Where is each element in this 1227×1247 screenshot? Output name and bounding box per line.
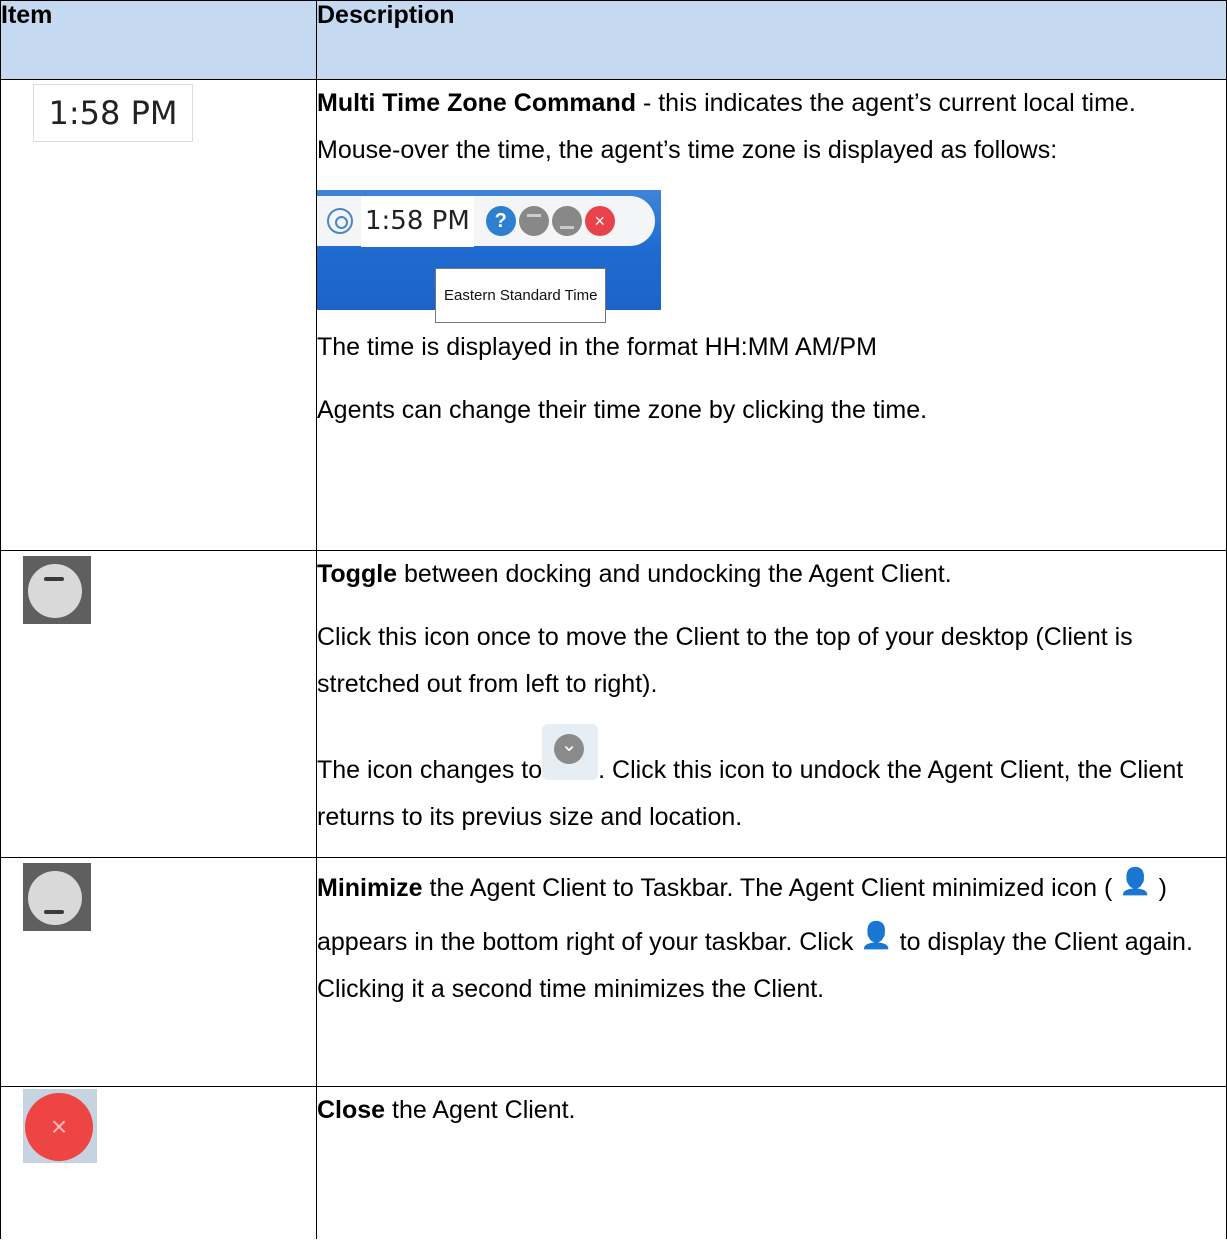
description-para: Toggle between docking and undocking the… — [317, 551, 1226, 598]
help-icon: ? — [485, 206, 516, 236]
description-cell: Toggle between docking and undocking the… — [316, 550, 1227, 858]
table-row-close: × Close the Agent Client. — [0, 1086, 1227, 1239]
close-icon: × — [23, 1089, 97, 1163]
agent-user-icon: 👤 — [860, 920, 893, 950]
description-text: the Agent Client. — [385, 1096, 576, 1124]
description-cell: Multi Time Zone Command - this indicates… — [316, 79, 1227, 551]
document-page: Item Description 1:58 PM Multi Time Zone… — [0, 0, 1227, 1247]
toolbar-time: 1:58 PM — [361, 195, 474, 247]
description-para: Click this icon once to move the Client … — [317, 623, 1133, 698]
toolbar-screenshot: 1:58 PM ? × Eastern Standard Time — [317, 190, 661, 323]
minimize-icon — [551, 206, 582, 236]
description-para: The time is displayed in the format HH:M… — [317, 333, 877, 361]
dock-icon — [518, 206, 549, 236]
gear-icon — [327, 208, 353, 234]
item-description-table: Item Description 1:58 PM Multi Time Zone… — [0, 0, 1227, 1239]
description-text: The icon changes to — [317, 756, 543, 784]
description-para: Minimize the Agent Client to Taskbar. Th… — [317, 858, 1226, 1013]
toolbar-bar: 1:58 PM ? × — [317, 195, 655, 247]
description-text: the Agent Client to Taskbar. The Agent C… — [422, 874, 1113, 902]
feature-title: Multi Time Zone Command — [317, 89, 636, 117]
description-para: Multi Time Zone Command - this indicates… — [317, 80, 1226, 174]
feature-title: Minimize — [317, 874, 423, 902]
header-description: Description — [316, 0, 1227, 80]
minimize-icon — [23, 863, 91, 931]
item-cell: 1:58 PM — [0, 79, 317, 551]
close-icon: × — [584, 206, 615, 236]
description-cell: Minimize the Agent Client to Taskbar. Th… — [316, 857, 1227, 1087]
item-cell — [0, 857, 317, 1087]
table-row-minimize: Minimize the Agent Client to Taskbar. Th… — [0, 857, 1227, 1087]
undock-chevron-icon — [542, 724, 599, 780]
item-cell — [0, 550, 317, 858]
header-item: Item — [0, 0, 317, 80]
feature-text: between docking and undocking the Agent … — [397, 560, 952, 588]
item-cell: × — [0, 1086, 317, 1239]
table-row-toggle: Toggle between docking and undocking the… — [0, 550, 1227, 858]
clock-display: 1:58 PM — [33, 84, 193, 142]
agent-user-icon: 👤 — [1119, 866, 1152, 896]
feature-title: Close — [317, 1096, 386, 1124]
table-header-row: Item Description — [0, 0, 1227, 80]
description-para: Agents can change their time zone by cli… — [317, 396, 928, 424]
dock-toggle-icon — [23, 556, 91, 624]
feature-title: Toggle — [317, 560, 398, 588]
description-cell: Close the Agent Client. — [316, 1086, 1227, 1239]
timezone-tooltip: Eastern Standard Time — [435, 268, 607, 323]
description-para: The icon changes to. Click this icon to … — [317, 724, 1226, 841]
description-para: Close the Agent Client. — [317, 1087, 1226, 1134]
table-row-time-zone: 1:58 PM Multi Time Zone Command - this i… — [0, 79, 1227, 551]
